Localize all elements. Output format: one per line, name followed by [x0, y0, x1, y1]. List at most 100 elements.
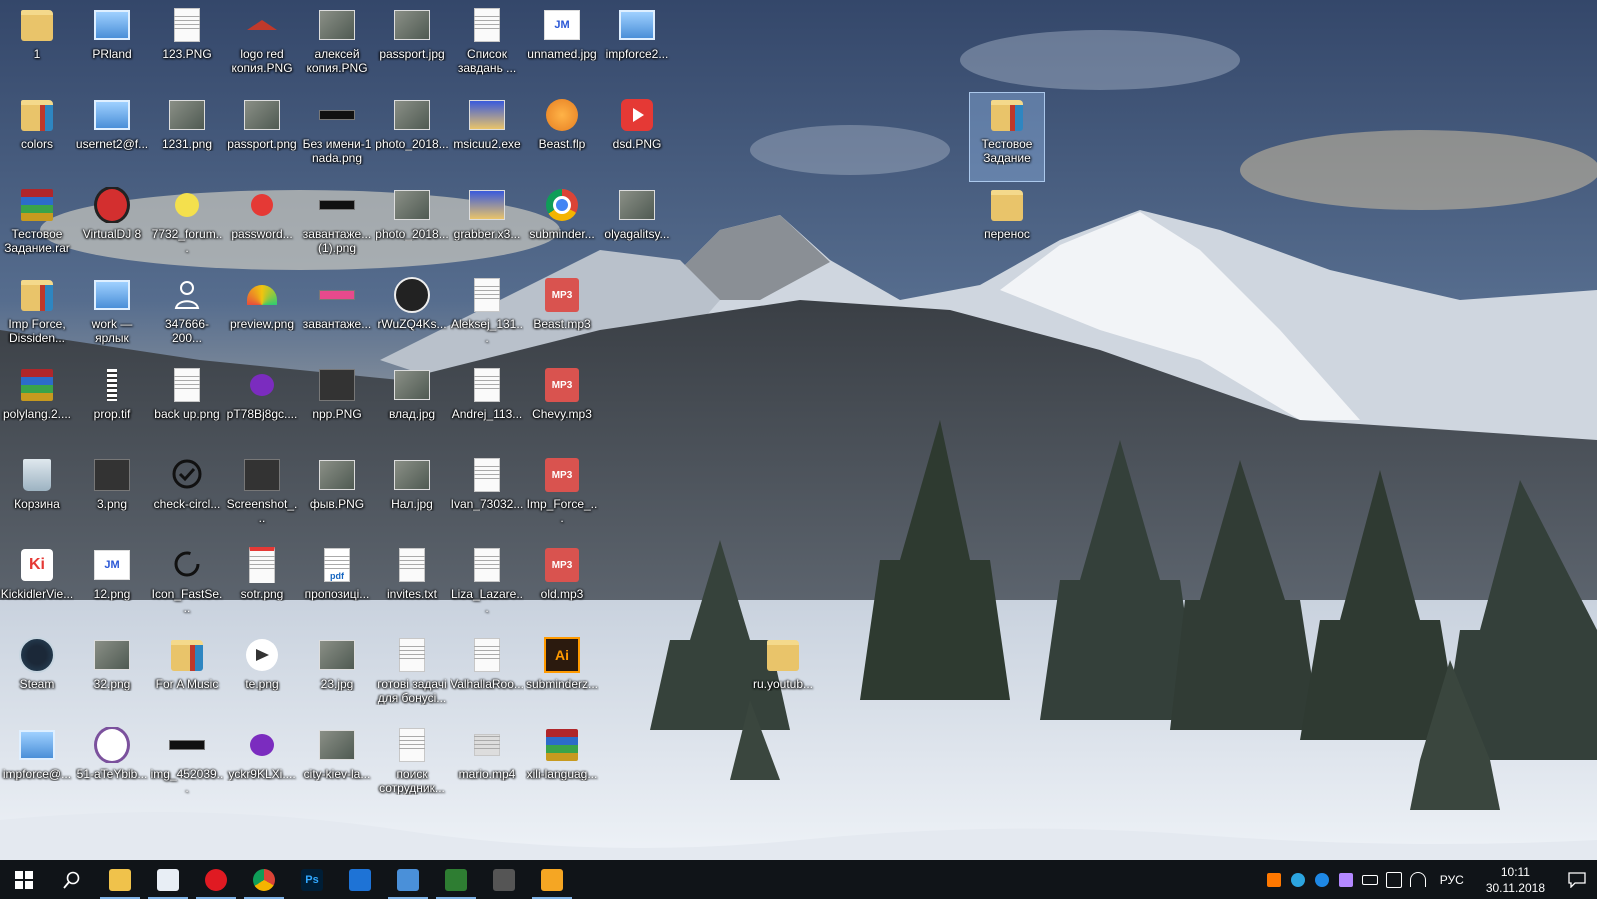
desktop-icon[interactable]: Без имени-1 nada.png [300, 93, 374, 181]
desktop-icon[interactable]: impforce2... [600, 3, 674, 91]
desktop-icon[interactable]: ValhallaRoo... [450, 633, 524, 721]
keyboard-app[interactable] [480, 860, 528, 899]
desktop-icon[interactable]: 3.png [75, 453, 149, 541]
opera-browser[interactable] [192, 860, 240, 899]
desktop-icon[interactable]: 123.PNG [150, 3, 224, 91]
chrome-browser[interactable] [240, 860, 288, 899]
desktop-icon[interactable]: Ivan_73032... [450, 453, 524, 541]
desktop-icon[interactable]: Aleksej_131... [450, 273, 524, 361]
telegram-icon[interactable] [1286, 860, 1310, 899]
desktop-icon[interactable]: влад.jpg [375, 363, 449, 451]
desktop-icon[interactable]: JM unnamed.jpg [525, 3, 599, 91]
desktop-icon[interactable]: subminder... [525, 183, 599, 271]
bluetooth-icon[interactable] [1310, 860, 1334, 899]
desktop-icon[interactable]: photo_2018... [375, 183, 449, 271]
desktop-icon[interactable]: 1 [0, 3, 74, 91]
desktop-icon[interactable]: 347666-200... [150, 273, 224, 361]
desktop-icon[interactable]: Нал.jpg [375, 453, 449, 541]
desktop-icon[interactable]: Ki KickidlerVie... [0, 543, 74, 631]
desktop-icon[interactable]: 1231.png [150, 93, 224, 181]
desktop-icon[interactable]: grabber.x3... [450, 183, 524, 271]
desktop-icon[interactable]: 32.png [75, 633, 149, 721]
desktop-icon[interactable]: te.png [225, 633, 299, 721]
desktop-icon[interactable]: Icon_FastSe... [150, 543, 224, 631]
desktop-icon[interactable]: mario.mp4 [450, 723, 524, 811]
desktop-icon[interactable]: завантаже... (1).png [300, 183, 374, 271]
desktop-icon[interactable]: MP3 Chevy.mp3 [525, 363, 599, 451]
desktop-icon[interactable]: алексей копия.PNG [300, 3, 374, 91]
avast-icon[interactable] [1262, 860, 1286, 899]
desktop-icon[interactable]: Screenshot_... [225, 453, 299, 541]
wifi-icon[interactable] [1406, 860, 1430, 899]
desktop-icon[interactable]: prop.tif [75, 363, 149, 451]
desktop-icon[interactable]: 51-aTeYbib... [75, 723, 149, 811]
desktop-icon[interactable]: img_452039... [150, 723, 224, 811]
desktop-icon[interactable]: Тестовое Задание.rar [0, 183, 74, 271]
desktop-icon[interactable]: logo red копия.PNG [225, 3, 299, 91]
desktop-icon[interactable]: preview.png [225, 273, 299, 361]
desktop-icon[interactable]: impforce@... [0, 723, 74, 811]
media-player[interactable] [528, 860, 576, 899]
desktop-icon[interactable]: VirtualDJ 8 [75, 183, 149, 271]
volume-icon[interactable] [1382, 860, 1406, 899]
desktop-icon[interactable]: usernet2@f... [75, 93, 149, 181]
desktop-icon[interactable]: поиск сотрудник... [375, 723, 449, 811]
desktop-icon[interactable]: Список завдань ... [450, 3, 524, 91]
desktop-icon[interactable]: passport.png [225, 93, 299, 181]
desktop-icon[interactable]: Andrej_113... [450, 363, 524, 451]
desktop-icon[interactable]: xili-languag... [525, 723, 599, 811]
desktop-icon[interactable]: yckr9KLXi.... [225, 723, 299, 811]
desktop-icon[interactable]: Тестовое Задание [969, 92, 1045, 182]
input-language[interactable]: РУС [1430, 873, 1474, 887]
paint-app[interactable] [144, 860, 192, 899]
desktop-icon[interactable]: sotr.png [225, 543, 299, 631]
desktop-icon[interactable]: city-kiev-la... [300, 723, 374, 811]
desktop-icon[interactable]: npp.PNG [300, 363, 374, 451]
desktop-icon[interactable]: Imp Force, Dissiden... [0, 273, 74, 361]
desktop-icon[interactable]: Steam [0, 633, 74, 721]
pen-icon[interactable] [1334, 860, 1358, 899]
desktop-icon[interactable]: photo_2018... [375, 93, 449, 181]
desktop-icon[interactable]: Beast.flp [525, 93, 599, 181]
desktop-icon[interactable]: work — ярлык [75, 273, 149, 361]
desktop-icon[interactable]: back up.png [150, 363, 224, 451]
file-explorer[interactable] [96, 860, 144, 899]
desktop-icon[interactable]: password... [225, 183, 299, 271]
desktop-icon[interactable]: Liza_Lazare... [450, 543, 524, 631]
desktop-icon[interactable]: 7732_forum... [150, 183, 224, 271]
desktop-icon[interactable]: pdf пропозиці... [300, 543, 374, 631]
photoshop[interactable]: Ps [288, 860, 336, 899]
desktop-icon[interactable]: завантаже... [300, 273, 374, 361]
desktop-icon[interactable]: фыв.PNG [300, 453, 374, 541]
desktop-icon[interactable]: colors [0, 93, 74, 181]
spreadsheet-app[interactable] [432, 860, 480, 899]
desktop-icon[interactable]: Ai subminderz... [525, 633, 599, 721]
clock[interactable]: 10:11 30.11.2018 [1474, 864, 1557, 896]
desktop-icon[interactable]: PRland [75, 3, 149, 91]
desktop-icon[interactable]: Корзина [0, 453, 74, 541]
desktop-icon[interactable]: готові задачі для бонусі... [375, 633, 449, 721]
desktop-icon[interactable]: JM 12.png [75, 543, 149, 631]
desktop-icon[interactable]: check-circl... [150, 453, 224, 541]
desktop-icon[interactable]: invites.txt [375, 543, 449, 631]
desktop-icon[interactable]: rWuZQ4Ks... [375, 273, 449, 361]
image-viewer[interactable] [384, 860, 432, 899]
desktop-icon[interactable]: msicuu2.exe [450, 93, 524, 181]
desktop-icon[interactable]: dsd.PNG [600, 93, 674, 181]
desktop-icon[interactable]: MP3 old.mp3 [525, 543, 599, 631]
start-button[interactable] [0, 860, 48, 899]
desktop-icon[interactable]: passport.jpg [375, 3, 449, 91]
battery-icon[interactable] [1358, 860, 1382, 899]
desktop-icon[interactable]: olyagalitsy... [600, 183, 674, 271]
edge-browser[interactable] [336, 860, 384, 899]
search-button[interactable] [48, 860, 96, 899]
desktop-icon[interactable]: 23.jpg [300, 633, 374, 721]
desktop-icon[interactable]: MP3 Imp_Force_... [525, 453, 599, 541]
desktop-icon[interactable]: For A Music [150, 633, 224, 721]
desktop-icon[interactable]: ru.youtub... [746, 633, 820, 721]
desktop-icon[interactable]: перенос [970, 183, 1044, 271]
desktop-icon[interactable]: pT78Bj8gc.... [225, 363, 299, 451]
action-center-button[interactable] [1557, 860, 1597, 899]
desktop-icon[interactable]: MP3 Beast.mp3 [525, 273, 599, 361]
desktop-icon[interactable]: polylang.2.... [0, 363, 74, 451]
